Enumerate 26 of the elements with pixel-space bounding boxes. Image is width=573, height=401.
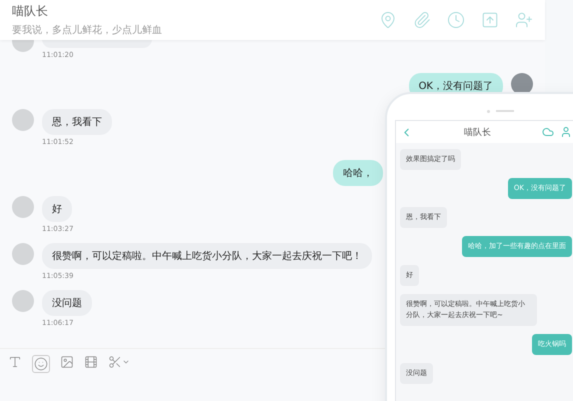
camera-dot	[486, 110, 490, 112]
message-bubble: 哈哈，	[333, 160, 383, 186]
caret-icon[interactable]	[122, 358, 130, 366]
cloud-icon[interactable]	[542, 126, 554, 138]
avatar	[12, 196, 34, 218]
avatar	[12, 290, 34, 312]
phone-chat-title: 喵队长	[464, 126, 491, 138]
emoji-button[interactable]	[32, 355, 50, 373]
add-user-icon[interactable]	[515, 11, 533, 29]
user-icon[interactable]	[560, 126, 572, 138]
upload-icon[interactable]	[481, 11, 499, 29]
film-icon[interactable]	[84, 355, 98, 369]
contact-name: 喵队长	[12, 3, 49, 20]
clock-icon[interactable]	[447, 11, 465, 29]
image-icon[interactable]	[60, 355, 74, 369]
paperclip-icon[interactable]	[413, 11, 431, 29]
location-pin-icon[interactable]	[379, 11, 397, 29]
contact-signature: 要我说，多点儿鲜花，少点儿鲜血	[12, 24, 162, 37]
font-icon[interactable]	[8, 355, 22, 369]
message-bubble: 没问题	[42, 290, 92, 316]
avatar	[12, 243, 34, 265]
message-bubble: 很赞啊，可以定稿啦。中午喊上吃货小分队，大家一起去庆祝一下吧！	[42, 243, 372, 269]
message-bubble: 好	[42, 196, 72, 222]
message-bubble: 恩，我看下	[42, 109, 112, 135]
avatar	[12, 109, 34, 131]
scissors-icon[interactable]	[108, 355, 122, 369]
